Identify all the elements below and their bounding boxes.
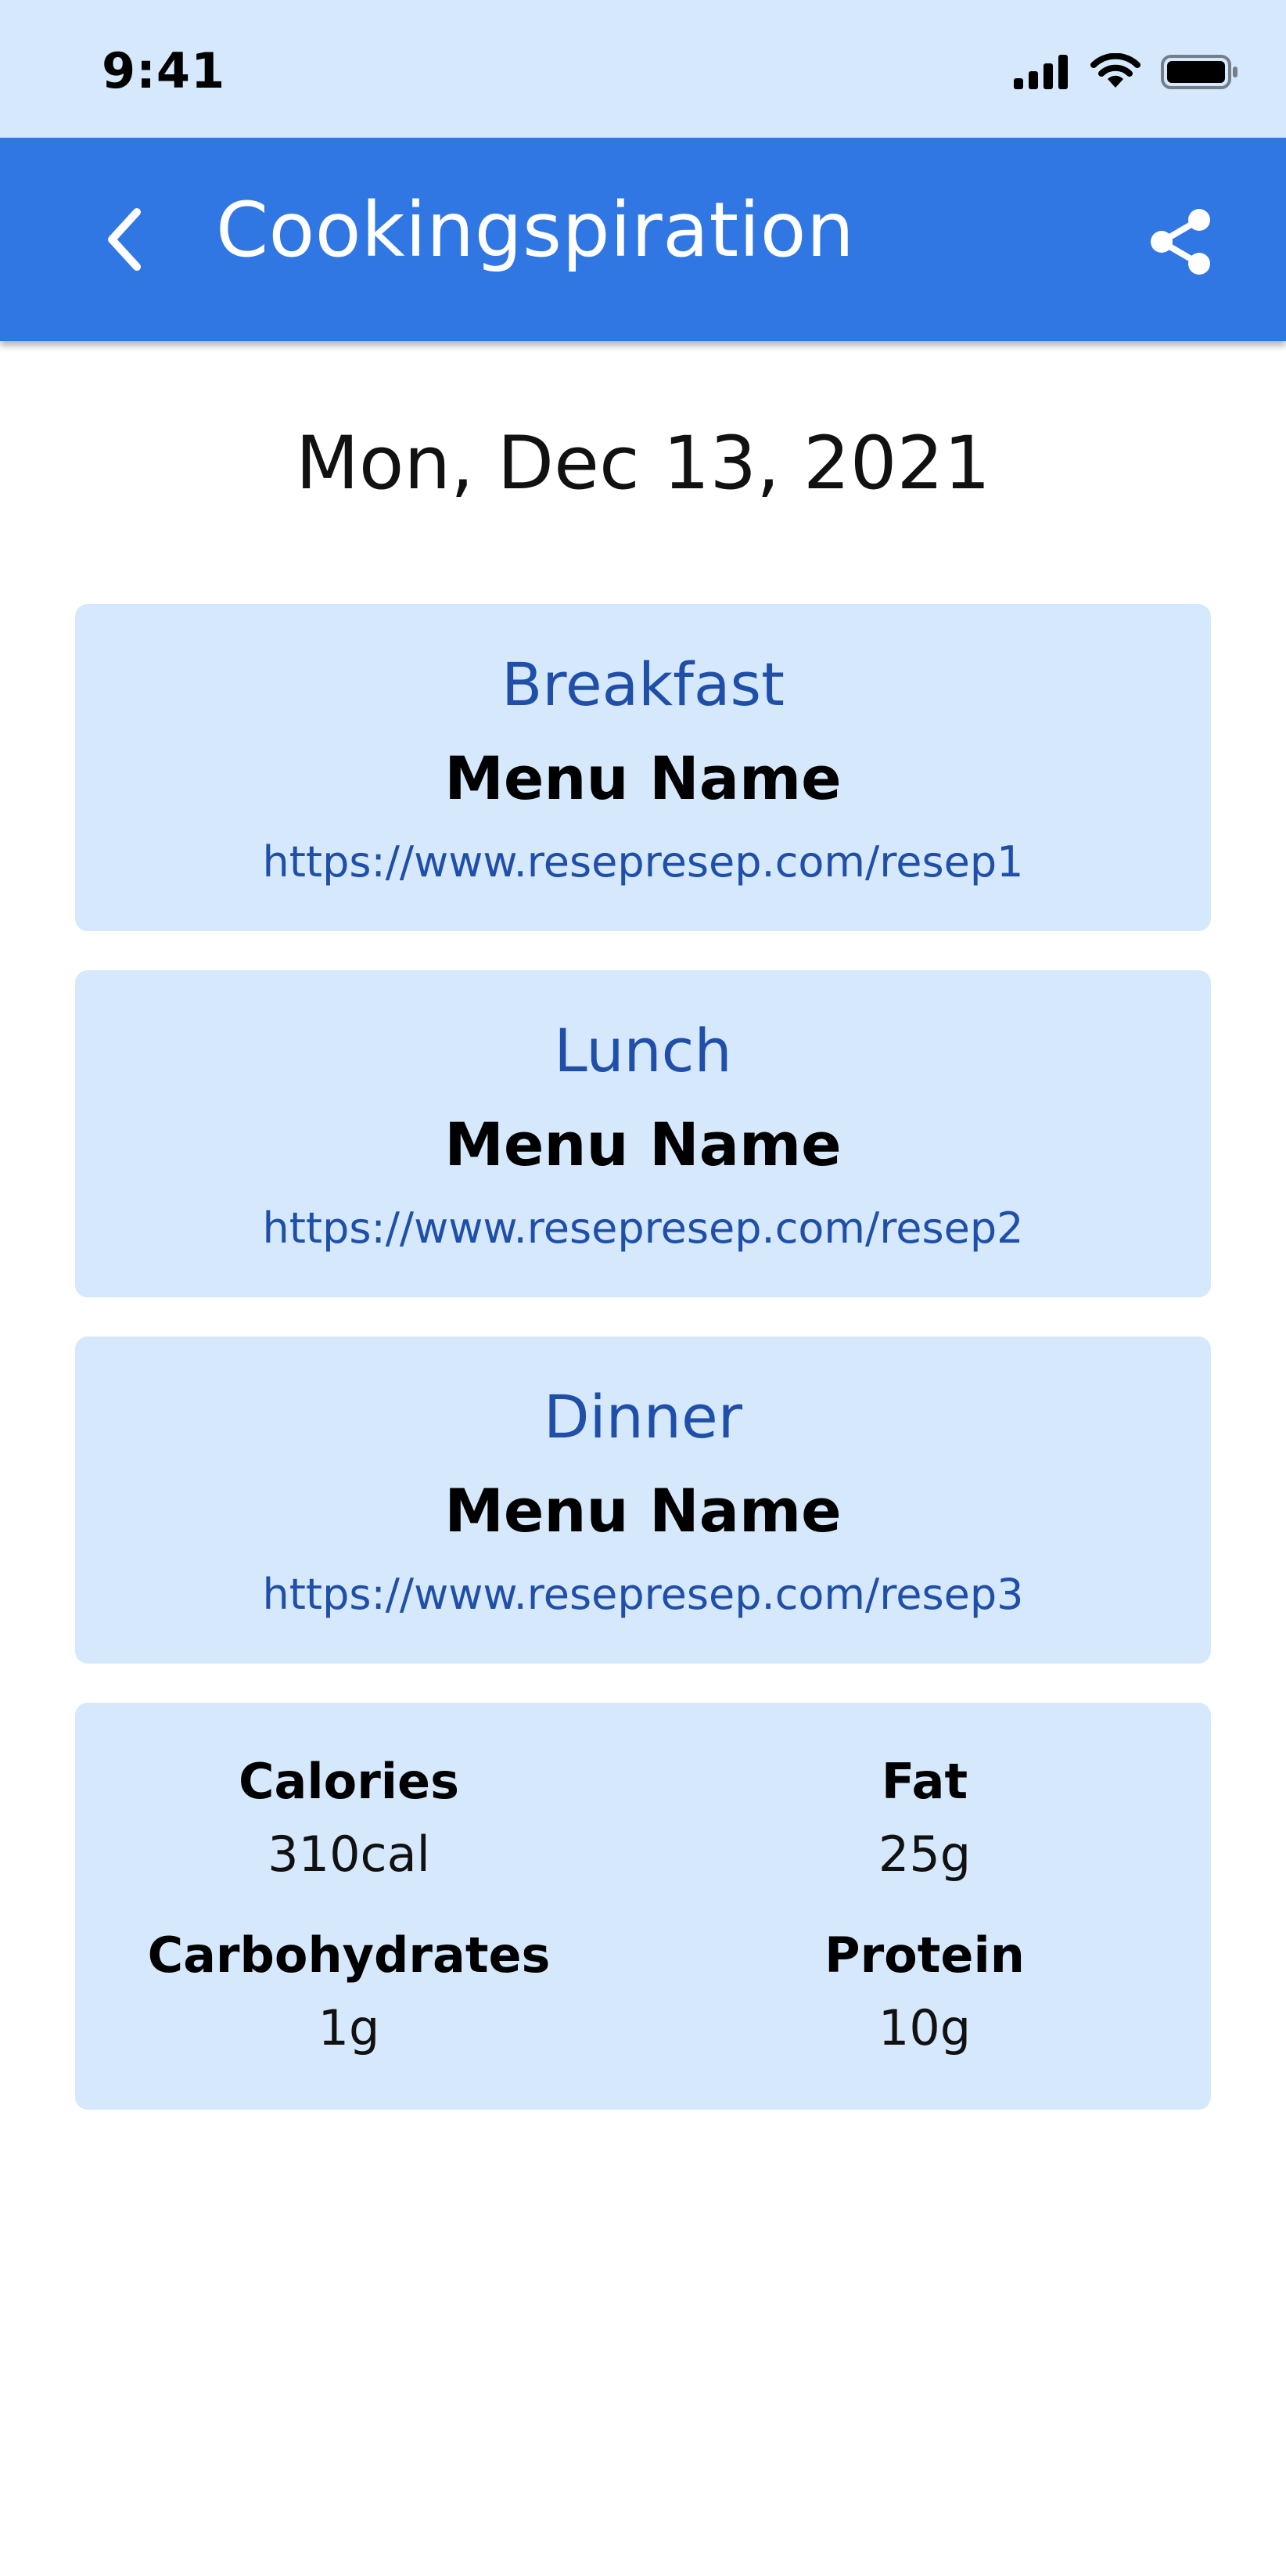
signal-icon (1014, 55, 1068, 89)
meal-type-label: Dinner (544, 1382, 742, 1452)
battery-icon (1161, 55, 1238, 89)
share-button[interactable] (1130, 191, 1231, 293)
meal-menu-name: Menu Name (444, 1110, 842, 1179)
wifi-icon (1090, 53, 1141, 88)
nutrient-label: Protein (824, 1927, 1025, 1984)
nutrient-label: Fat (881, 1753, 968, 1810)
status-time: 9:41 (102, 42, 226, 99)
meal-menu-name: Menu Name (444, 1476, 842, 1545)
nutrient-carbohydrates: Carbohydrates 1g (106, 1927, 591, 2056)
nutrient-value: 310cal (268, 1826, 430, 1883)
meal-type-label: Lunch (554, 1016, 732, 1085)
meal-card-lunch[interactable]: Lunch Menu Name https://www.resepresep.c… (75, 970, 1211, 1297)
meal-type-label: Breakfast (501, 649, 785, 719)
back-button[interactable] (78, 192, 172, 286)
app-bar: Cookingspiration (0, 138, 1286, 341)
nutrient-value: 1g (318, 1999, 380, 2056)
chevron-left-icon (108, 208, 141, 271)
nutrient-value: 10g (878, 1999, 972, 2056)
meal-recipe-link[interactable]: https://www.resepresep.com/resep2 (75, 1203, 1211, 1253)
meal-menu-name: Menu Name (444, 743, 842, 813)
nutrient-label: Calories (239, 1753, 459, 1810)
nutrition-card: Calories 310cal Fat 25g Carbohydrates 1g… (75, 1703, 1211, 2110)
status-bar: 9:41 (0, 0, 1286, 138)
nutrient-value: 25g (878, 1826, 972, 1883)
meal-recipe-link[interactable]: https://www.resepresep.com/resep1 (75, 837, 1211, 887)
meal-recipe-link[interactable]: https://www.resepresep.com/resep3 (75, 1570, 1211, 1619)
share-icon (1151, 209, 1210, 275)
nutrient-protein: Protein 10g (682, 1927, 1167, 2056)
nutrient-fat: Fat 25g (682, 1753, 1167, 1883)
meal-card-dinner[interactable]: Dinner Menu Name https://www.resepresep.… (75, 1337, 1211, 1664)
nutrient-calories: Calories 310cal (106, 1753, 591, 1883)
date-heading: Mon, Dec 13, 2021 (295, 421, 991, 506)
app-title: Cookingspiration (216, 186, 855, 274)
meal-card-breakfast[interactable]: Breakfast Menu Name https://www.resepres… (75, 604, 1211, 931)
status-icons (1014, 49, 1239, 95)
nutrient-label: Carbohydrates (147, 1927, 551, 1984)
